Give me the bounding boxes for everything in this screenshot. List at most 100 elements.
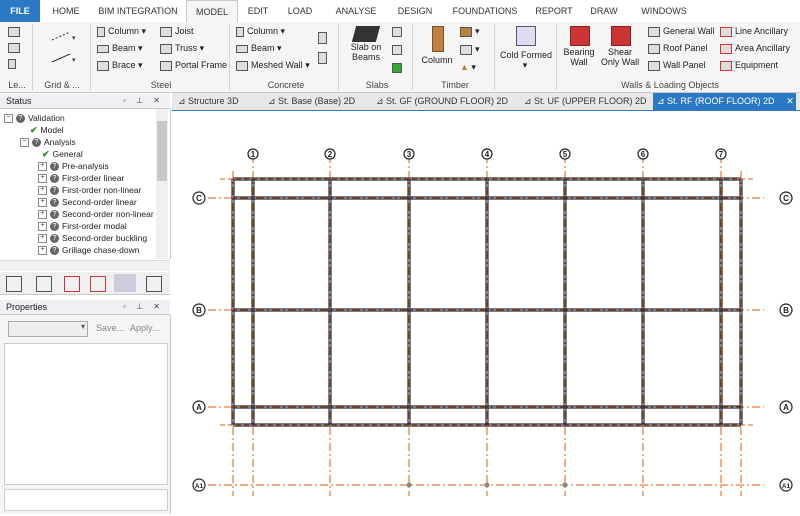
concrete-beam-button[interactable]: Beam ▾: [236, 43, 282, 54]
steel-truss-button[interactable]: Truss ▾: [160, 43, 204, 54]
tab-st-rf[interactable]: ⊿ St. RF (ROOF FLOOR) 2D: [653, 93, 784, 110]
tree-item[interactable]: −? Validation: [4, 112, 65, 124]
tab-analyse[interactable]: ANALYSE: [326, 0, 386, 22]
question-icon: ?: [50, 210, 59, 220]
levels-small-icon[interactable]: [8, 58, 19, 69]
tab-home[interactable]: HOME: [46, 0, 86, 22]
floor-plan[interactable]: 1 2 3 4 5 6 7 C C B B A A A1 A1: [172, 111, 800, 514]
slab-tool-2-icon[interactable]: [392, 44, 405, 55]
tab-report[interactable]: REPORT: [530, 0, 578, 22]
area-ancillary-button[interactable]: Area Ancillary: [720, 43, 790, 54]
tree-item[interactable]: ✔ General: [42, 148, 83, 160]
steel-joist-button[interactable]: Joist: [160, 26, 194, 37]
area-ancillary-label: Area Ancillary: [735, 43, 791, 53]
concrete-column-button[interactable]: Column ▾: [236, 26, 285, 37]
tab-st-gf[interactable]: ⊿ St. GF (GROUND FLOOR) 2D: [376, 93, 508, 110]
tree-hscrollbar[interactable]: [0, 260, 170, 271]
steel-portal-frame-button[interactable]: Portal Frame: [160, 60, 227, 71]
tree-item[interactable]: +? First-order non-linear: [38, 184, 141, 196]
tab-bim-integration[interactable]: BIM INTEGRATION: [92, 0, 184, 22]
tab-load[interactable]: LOAD: [280, 0, 320, 22]
tab-st-uf[interactable]: ⊿ St. UF (UPPER FLOOR) 2D: [524, 93, 647, 110]
steel-beam-button[interactable]: Beam ▾: [97, 43, 143, 54]
grid-line-dashed-icon[interactable]: ▾: [50, 30, 78, 44]
timber-column-button[interactable]: Column: [420, 26, 454, 65]
tree-item[interactable]: +? Second-order linear: [38, 196, 137, 208]
panel-controls-icon[interactable]: ▫ ⊥ ✕: [123, 300, 164, 314]
tree-item[interactable]: +? Second-order non-linear: [38, 208, 154, 220]
steel-column-button[interactable]: Column ▾: [97, 26, 146, 37]
bearing-wall-button[interactable]: Bearing Wall: [562, 26, 596, 67]
ribbon-tab-bar: FILE HOME BIM INTEGRATION MODEL EDIT LOA…: [0, 0, 800, 24]
tree-scrollbar[interactable]: [156, 109, 168, 259]
levels-icon[interactable]: [8, 26, 23, 37]
chevron-down-icon: ▾: [80, 322, 85, 331]
status-panel-header: Status ▫ ⊥ ✕: [0, 94, 170, 109]
concrete-extra2-icon[interactable]: [318, 52, 330, 64]
tab-draw[interactable]: DRAW: [582, 0, 626, 22]
save-button[interactable]: Save...: [96, 323, 124, 333]
structure-icon[interactable]: [6, 276, 22, 292]
tab-foundations[interactable]: FOUNDATIONS: [444, 0, 526, 22]
validation-tab-icon[interactable]: [114, 274, 136, 292]
tree-item[interactable]: ✔ Model: [30, 124, 64, 136]
tab-file[interactable]: FILE: [0, 0, 40, 22]
status-tree: −? Validation ✔ Model −? Analysis ✔ General …: [0, 109, 171, 259]
roof-panel-button[interactable]: Roof Panel: [648, 43, 708, 54]
tree-item[interactable]: +? First-order linear: [38, 172, 124, 184]
tree-item[interactable]: +? First-order modal: [38, 220, 127, 232]
grid-line-solid-icon[interactable]: ▾: [50, 52, 78, 66]
settings-icon[interactable]: [36, 276, 52, 292]
load-icon[interactable]: [64, 276, 80, 292]
tree-item[interactable]: +? Pre-analysis: [38, 160, 109, 172]
tab-st-base[interactable]: ⊿ St. Base (Base) 2D: [268, 93, 355, 110]
shear-wall-icon: [611, 26, 631, 46]
analysis-icon[interactable]: [90, 276, 106, 292]
question-icon: ?: [50, 162, 59, 172]
slab-on-beams-button[interactable]: Slab on Beams: [346, 26, 386, 62]
slab-on-beams-label-2: Beams: [351, 52, 380, 62]
wall-panel-button[interactable]: Wall Panel: [648, 60, 706, 71]
question-icon: ?: [50, 222, 59, 232]
cold-formed-button[interactable]: Cold Formed ▾: [500, 26, 552, 71]
timber-tool-2-icon[interactable]: ▾: [460, 44, 480, 55]
svg-text:▾: ▾: [72, 57, 76, 64]
concrete-beam-label: Beam: [251, 43, 275, 53]
line-ancillary-button[interactable]: Line Ancillary: [720, 26, 788, 37]
tab-windows[interactable]: WINDOWS: [632, 0, 696, 22]
tree-item[interactable]: +? Grillage chase-down: [38, 244, 139, 256]
steel-brace-button[interactable]: Brace ▾: [97, 60, 143, 71]
tab-edit[interactable]: EDIT: [240, 0, 276, 22]
tab-structure-3d[interactable]: ⊿ Structure 3D: [178, 93, 248, 110]
view-icon: ⊿: [524, 96, 535, 106]
steel-column-label: Column: [108, 26, 140, 36]
steel-brace-label: Brace: [112, 60, 136, 70]
shear-only-wall-button[interactable]: Shear Only Wall: [600, 26, 640, 67]
levels-list-icon[interactable]: [8, 42, 23, 53]
equipment-button[interactable]: Equipment: [720, 60, 778, 71]
svg-text:▾: ▾: [72, 35, 76, 42]
timber-tool-3-icon[interactable]: ▲ ▾: [460, 62, 476, 73]
slab-tool-1-icon[interactable]: [392, 26, 405, 37]
scrollbar-thumb[interactable]: [157, 121, 167, 181]
panel-controls-icon[interactable]: ▫ ⊥ ✕: [123, 94, 164, 108]
general-wall-button[interactable]: General Wall: [648, 26, 715, 37]
tree-item[interactable]: −? Analysis: [20, 136, 76, 148]
group-label-slabs: Slabs: [365, 80, 389, 90]
tab-design[interactable]: DESIGN: [392, 0, 438, 22]
properties-panel-title: Properties: [6, 302, 48, 312]
tree-item[interactable]: +? Second-order buckling: [38, 232, 147, 244]
tab-model[interactable]: MODEL: [186, 0, 238, 24]
close-tab-icon[interactable]: ✕: [784, 93, 796, 110]
grid-label-row: A: [196, 403, 202, 412]
timber-tool-1-icon[interactable]: ▾: [460, 26, 480, 37]
check-icon: ✔: [42, 149, 50, 159]
properties-select[interactable]: ▾: [8, 321, 88, 337]
slab-tool-3-icon[interactable]: [392, 62, 405, 73]
apply-button[interactable]: Apply...: [130, 323, 159, 333]
drawing-canvas[interactable]: 1 2 3 4 5 6 7 C C B B A A A1 A1: [172, 111, 800, 514]
design-icon[interactable]: [146, 276, 162, 292]
concrete-extra-icon[interactable]: [318, 32, 330, 44]
concrete-meshed-wall-button[interactable]: Meshed Wall ▾: [236, 60, 310, 71]
view-icon: ⊿: [657, 96, 668, 106]
